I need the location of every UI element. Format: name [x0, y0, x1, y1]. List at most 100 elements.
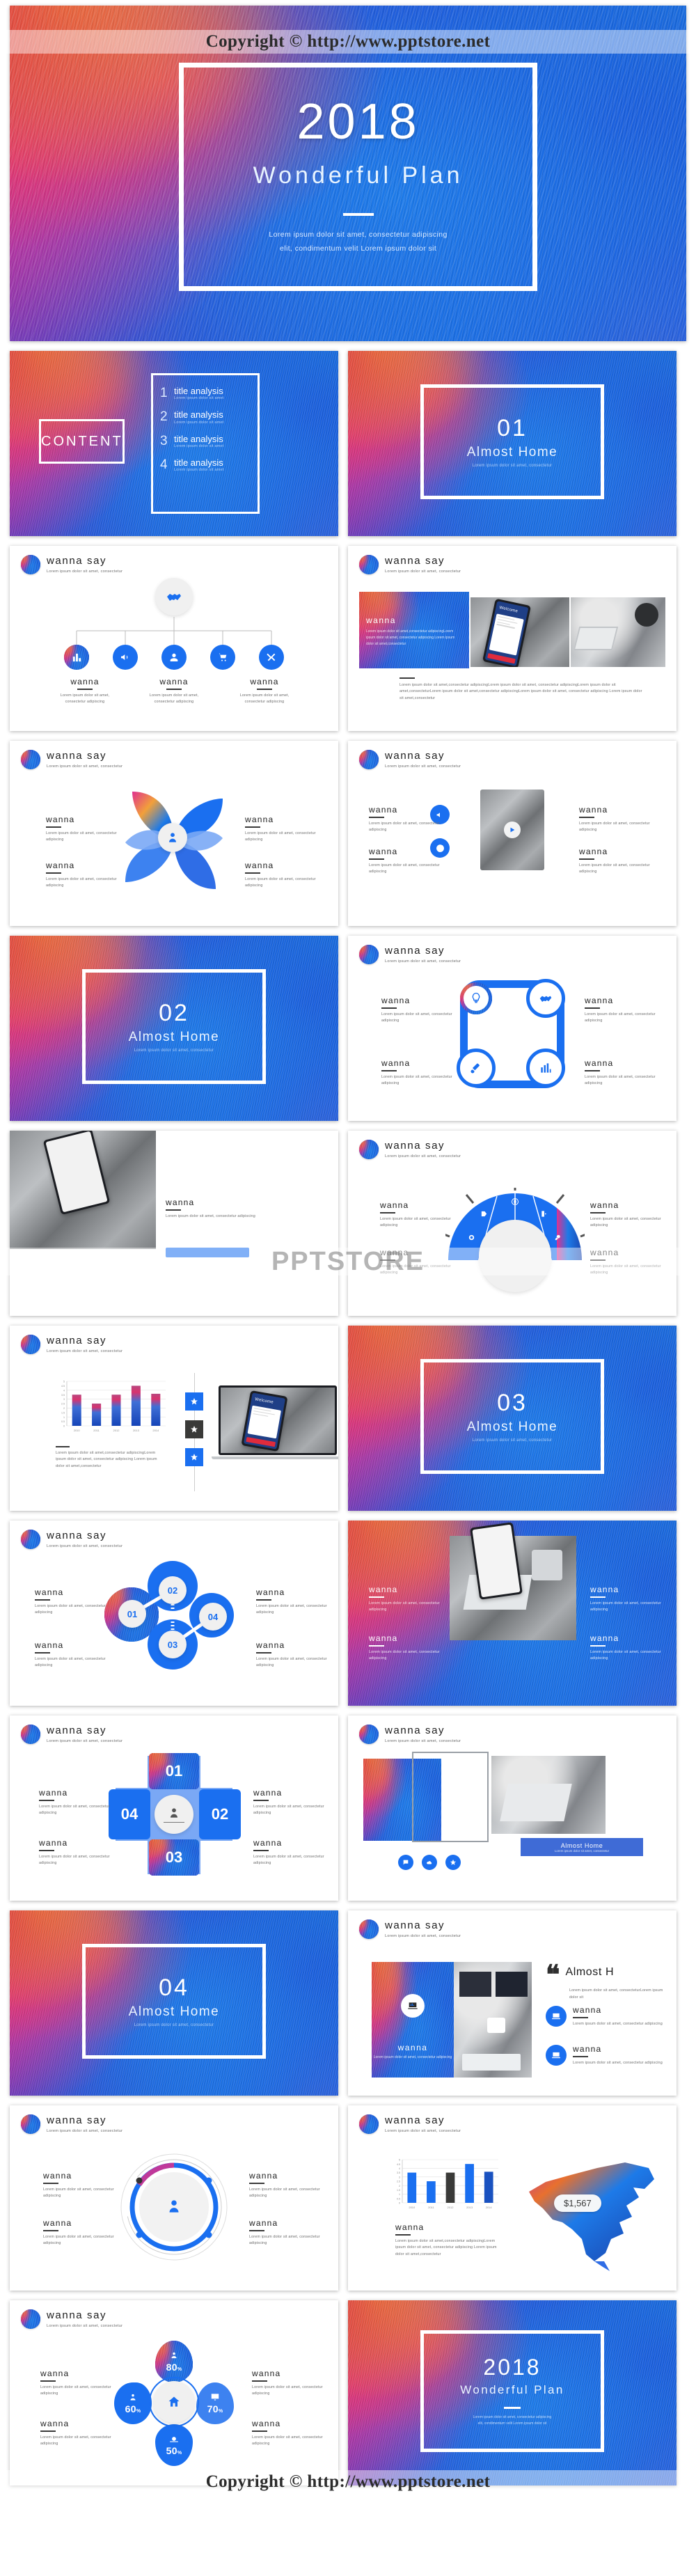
percent-bubble-left[interactable]: 60% — [114, 2382, 152, 2424]
agenda-item[interactable]: 4 title analysis Lorem ipsum dolor sit a… — [160, 457, 251, 472]
label-body: Lorem ipsum dolor sit amet, consectetur … — [579, 863, 650, 874]
slide-section-02[interactable]: 02 Almost Home Lorem ipsum dolor sit ame… — [10, 936, 338, 1121]
svg-text:1: 1 — [399, 2193, 400, 2196]
percent-value: 80 — [166, 2362, 177, 2373]
label-title: wanna — [35, 1587, 64, 1597]
slide-subtitle: Lorem ipsum dolor sit amet, consectetur — [47, 1738, 123, 1743]
node-number: 03 — [167, 1639, 178, 1650]
agenda-item-title: title analysis — [173, 409, 223, 421]
slide-pinwheel[interactable]: wanna say Lorem ipsum dolor sit amet, co… — [10, 741, 338, 926]
slide-section-01[interactable]: 01 Almost Home Lorem ipsum dolor sit ame… — [348, 351, 677, 536]
label-body: Lorem ipsum dolor sit amet, consectetur … — [369, 1649, 440, 1661]
dial-knob[interactable] — [479, 1220, 551, 1292]
video-thumbnail[interactable] — [480, 790, 544, 870]
cta-button[interactable] — [166, 1248, 249, 1257]
molecule-node[interactable]: 03 — [159, 1631, 187, 1658]
slide-cross-numbers[interactable]: wanna say Lorem ipsum dolor sit amet, co… — [10, 1715, 338, 1901]
slide-video[interactable]: wanna say Lorem ipsum dolor sit amet, co… — [348, 741, 677, 926]
chart-icon[interactable] — [64, 645, 89, 670]
molecule-node[interactable]: 04 — [199, 1603, 227, 1631]
molecule-node[interactable]: 02 — [159, 1576, 187, 1604]
slide-map-chart[interactable]: wanna say Lorem ipsum dolor sit amet, co… — [348, 2105, 677, 2291]
slide-percent-bubbles[interactable]: wanna say Lorem ipsum dolor sit amet, co… — [10, 2300, 338, 2485]
banner-callout[interactable]: Almost Home Lorem ipsum dolor sit amet, … — [521, 1838, 643, 1856]
slide-row-12: wanna say Lorem ipsum dolor sit amet, co… — [10, 2300, 686, 2485]
chat-icon[interactable] — [398, 1855, 413, 1870]
handshake-icon[interactable] — [526, 979, 565, 1018]
section-subtitle: Lorem ipsum dolor sit amet, consectetur — [134, 1048, 214, 1053]
slide-mobile-desk[interactable]: wanna Lorem ipsum dolor sit amet, consec… — [348, 1521, 677, 1706]
percent-value: 60 — [125, 2403, 136, 2414]
slide-image-gallery[interactable]: wanna say Lorem ipsum dolor sit amet, co… — [348, 546, 677, 731]
slide-title: wanna say — [385, 555, 445, 567]
slide-subtitle: Lorem ipsum dolor sit amet, consectetur — [385, 959, 461, 964]
target-icon — [468, 1234, 475, 1241]
slide-phone-photo[interactable]: wanna Lorem ipsum dolor sit amet, consec… — [10, 1131, 338, 1316]
label-body: Lorem ipsum dolor sit amet, consectetur … — [381, 1074, 452, 1086]
molecule-node[interactable]: 01 — [118, 1600, 146, 1628]
star-icon[interactable] — [185, 1392, 203, 1411]
cross-label: wanna Lorem ipsum dolor sit amet, consec… — [39, 1788, 114, 1817]
star-icon[interactable] — [185, 1448, 203, 1466]
percent-bubble-bottom[interactable]: 50% — [155, 2424, 193, 2466]
slide-chart-laptop[interactable]: wanna say Lorem ipsum dolor sit amet, co… — [10, 1326, 338, 1511]
tools-icon[interactable] — [259, 645, 284, 670]
slide-header: wanna say Lorem ipsum dolor sit amet, co… — [10, 1326, 338, 1354]
quote-list-item[interactable]: wanna Lorem ipsum dolor sit amet, consec… — [546, 2044, 663, 2066]
bike-photo[interactable] — [10, 1131, 156, 1249]
phone-photo[interactable]: Welcome — [470, 597, 569, 667]
slide-molecule[interactable]: wanna say Lorem ipsum dolor sit amet, co… — [10, 1521, 338, 1706]
slide-icon-tree[interactable]: wanna say Lorem ipsum dolor sit amet, co… — [10, 546, 338, 731]
cross-card-04[interactable]: 04 — [109, 1789, 150, 1839]
laptop-photo[interactable] — [491, 1756, 606, 1834]
item-body: Lorem ipsum dolor sit amet, consectetur … — [573, 2021, 663, 2026]
closing-year: 2018 — [483, 2354, 541, 2380]
desk-photo[interactable] — [571, 597, 665, 667]
slide-cover[interactable]: 2018 Wonderful Plan Lorem ipsum dolor si… — [10, 6, 686, 341]
donut-label: wanna Lorem ipsum dolor sit amet, consec… — [249, 2171, 324, 2200]
label-title: wanna — [381, 1058, 411, 1068]
cross-card-02[interactable]: 02 — [199, 1789, 241, 1839]
slide-section-04[interactable]: 04 Almost Home Lorem ipsum dolor sit ame… — [10, 1910, 338, 2096]
slide-rounded-square[interactable]: wanna say Lorem ipsum dolor sit amet, co… — [348, 936, 677, 1121]
cross-card-03[interactable]: 03 — [149, 1839, 199, 1876]
slide-dial[interactable]: wanna say Lorem ipsum dolor sit amet, co… — [348, 1131, 677, 1316]
quote-list-item[interactable]: wanna Lorem ipsum dolor sit amet, consec… — [546, 2005, 663, 2027]
cross-card-01[interactable]: 01 — [149, 1753, 199, 1789]
slide-device-banner[interactable]: wanna say Lorem ipsum dolor sit amet, co… — [348, 1715, 677, 1901]
rocket-icon[interactable] — [457, 1049, 496, 1087]
cover-frame: 2018 Wonderful Plan Lorem ipsum dolor si… — [179, 62, 538, 291]
slide-closing[interactable]: 2018 Wonderful Plan Lorem ipsum dolor si… — [348, 2300, 677, 2485]
agenda-item[interactable]: 2 title analysis Lorem ipsum dolor sit a… — [160, 409, 251, 424]
percent-bubble-top[interactable]: 80% — [155, 2341, 193, 2382]
user-icon[interactable] — [161, 645, 187, 670]
cart-icon[interactable] — [210, 645, 235, 670]
svg-text:2.5: 2.5 — [397, 2181, 400, 2183]
play-icon[interactable] — [504, 822, 521, 838]
percent-bubble-right[interactable]: 70% — [196, 2382, 234, 2424]
pct-label-body: Lorem ipsum dolor sit amet, consectetur … — [40, 2435, 111, 2447]
label-body: Lorem ipsum dolor sit amet, consectetur … — [43, 2234, 114, 2246]
star-icon[interactable] — [445, 1855, 461, 1870]
overlay-image-card[interactable]: wanna Lorem ipsum dolor sit amet,consect… — [359, 592, 469, 668]
workspace-photo[interactable] — [454, 1962, 532, 2078]
quote-swirl-card[interactable]: wanna Lorem ipsum dolor sit amet, consec… — [372, 1962, 454, 2078]
chart-bars-icon[interactable] — [526, 1049, 565, 1087]
agenda-item[interactable]: 1 title analysis Lorem ipsum dolor sit a… — [160, 386, 251, 400]
bulb-icon[interactable] — [457, 979, 496, 1018]
slide-quote[interactable]: wanna say Lorem ipsum dolor sit amet, co… — [348, 1910, 677, 2096]
slide-donut[interactable]: wanna say Lorem ipsum dolor sit amet, co… — [10, 2105, 338, 2291]
slide-agenda[interactable]: CONTENT 1 title analysis Lorem ipsum dol… — [10, 351, 338, 536]
svg-text:4: 4 — [399, 2167, 400, 2170]
logo-icon — [21, 555, 40, 574]
cloud-icon[interactable] — [422, 1855, 437, 1870]
megaphone-icon[interactable] — [113, 645, 138, 670]
laptop-mockup[interactable]: Welcome — [219, 1385, 337, 1455]
section-subtitle: Lorem ipsum dolor sit amet, consectetur — [472, 1438, 553, 1443]
slide-title: wanna say — [385, 1919, 445, 1932]
agenda-item[interactable]: 3 title analysis Lorem ipsum dolor sit a… — [160, 434, 251, 448]
card-number: 04 — [120, 1805, 139, 1823]
star-icon[interactable] — [185, 1420, 203, 1438]
bar-chart-svg: 0 0.51 1.522.5 33.5 44.5 5 2010 2011 2012 2013 201… — [61, 1381, 166, 1432]
slide-section-03[interactable]: 03 Almost Home Lorem ipsum dolor sit ame… — [348, 1326, 677, 1511]
